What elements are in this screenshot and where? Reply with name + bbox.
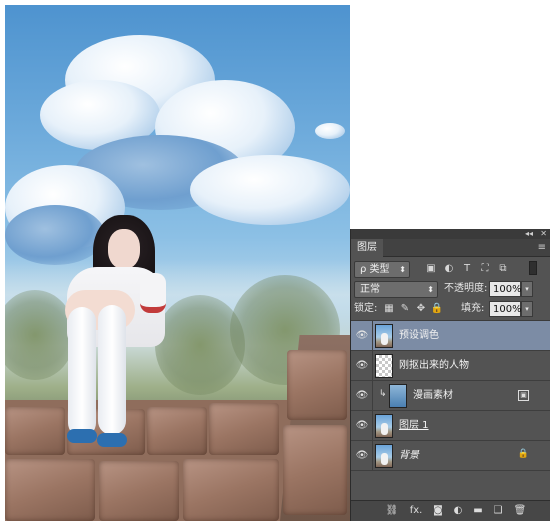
lock-all-icon[interactable]: 🔒 <box>429 301 445 317</box>
panel-menu-icon[interactable]: ≡ <box>538 242 546 254</box>
fill-slider-button[interactable]: ▾ <box>521 301 533 317</box>
layer-row[interactable]: 👁 背景 🔒 <box>351 441 550 471</box>
fill-field[interactable]: 100% <box>489 301 522 317</box>
layer-thumbnail <box>375 354 393 378</box>
cloud <box>5 205 105 265</box>
cloud <box>315 123 345 139</box>
dropdown-arrow-icon: ⬍ <box>427 285 434 294</box>
lock-row: 锁定: ▦ ✎ ✥ 🔒 填充: 100% ▾ <box>351 299 550 319</box>
lock-label: 锁定: <box>354 303 378 314</box>
layer-name: 图层 1 <box>399 420 429 431</box>
lock-transparency-icon[interactable]: ▦ <box>381 301 397 317</box>
new-layer-icon[interactable]: ❑ <box>491 504 505 518</box>
lock-position-icon[interactable]: ✥ <box>413 301 429 317</box>
blend-row: 正常 ⬍ 不透明度: 100% ▾ <box>351 279 550 299</box>
person-leg <box>98 305 126 435</box>
visibility-toggle[interactable]: 👁 <box>351 321 373 351</box>
filter-toggle-switch[interactable] <box>529 261 537 275</box>
blend-mode-value: 正常 <box>360 284 380 295</box>
type-filter-icon[interactable]: T <box>459 261 475 277</box>
clipping-mask-icon: ↳ <box>379 389 387 399</box>
layers-list: 👁 预设调色 👁 刚抠出来的人物 👁 ↳ 漫画素材 ▣ 👁 图层 1 👁 背景 … <box>351 320 550 500</box>
visibility-toggle[interactable]: 👁 <box>351 441 373 471</box>
layer-row[interactable]: 👁 图层 1 <box>351 411 550 441</box>
layer-name: 漫画素材 <box>413 390 453 401</box>
layer-thumbnail <box>375 444 393 468</box>
link-layers-icon[interactable]: ⛓ <box>385 504 399 518</box>
new-group-icon[interactable]: ▬ <box>471 504 485 518</box>
add-mask-icon[interactable]: ◙ <box>431 504 445 518</box>
opacity-label: 不透明度: <box>444 283 488 294</box>
brick <box>287 350 347 420</box>
cloud <box>190 155 350 225</box>
smart-object-icon: ▣ <box>518 390 529 401</box>
panel-title-bar[interactable]: ◂◂ ✕ <box>351 229 550 239</box>
layer-thumbnail <box>375 324 393 348</box>
brick <box>283 425 347 515</box>
shape-filter-icon[interactable]: ⛶ <box>477 261 493 277</box>
close-panel-icon[interactable]: ✕ <box>540 229 547 239</box>
filter-kind-dropdown[interactable]: ρ 类型 ⬍ <box>354 261 410 278</box>
blend-mode-dropdown[interactable]: 正常 ⬍ <box>354 281 438 298</box>
tab-layers[interactable]: 图层 <box>351 239 383 257</box>
document-canvas[interactable] <box>5 5 350 521</box>
fx-icon[interactable]: fx. <box>407 504 425 518</box>
opacity-slider-button[interactable]: ▾ <box>521 281 533 297</box>
dropdown-arrow-icon: ⬍ <box>399 265 406 274</box>
fill-label: 填充: <box>461 303 485 314</box>
person-leg <box>68 307 96 437</box>
eye-icon: 👁 <box>355 330 369 341</box>
eye-icon: 👁 <box>355 450 369 461</box>
brick <box>99 461 179 521</box>
layer-row[interactable]: 👁 预设调色 <box>351 321 550 351</box>
layers-panel: ◂◂ ✕ 图层 ≡ ρ 类型 ⬍ ▣ ◐ T ⛶ ⧉ 正常 ⬍ 不透明度: 10… <box>350 229 550 521</box>
collapse-panel-icon[interactable]: ◂◂ <box>525 229 533 239</box>
brick <box>5 407 65 455</box>
visibility-toggle[interactable]: 👁 <box>351 411 373 441</box>
adjustment-filter-icon[interactable]: ◐ <box>441 261 457 277</box>
brick <box>209 403 279 455</box>
smart-object-filter-icon[interactable]: ⧉ <box>495 261 511 277</box>
filter-row: ρ 类型 ⬍ ▣ ◐ T ⛶ ⧉ <box>351 259 550 279</box>
brick <box>5 459 95 521</box>
brick <box>183 459 279 521</box>
layer-name: 预设调色 <box>399 330 439 341</box>
layer-name: 背景 <box>399 450 419 461</box>
layer-name: 刚抠出来的人物 <box>399 360 469 371</box>
eye-icon: 👁 <box>355 420 369 431</box>
opacity-field[interactable]: 100% <box>489 281 522 297</box>
person-face <box>108 229 140 269</box>
eye-icon: 👁 <box>355 390 369 401</box>
brick <box>147 407 207 455</box>
layer-thumbnail <box>389 384 407 408</box>
panel-tab-bar: 图层 ≡ <box>351 239 550 257</box>
layer-row[interactable]: 👁 ↳ 漫画素材 ▣ <box>351 381 550 411</box>
lock-image-pixels-icon[interactable]: ✎ <box>397 301 413 317</box>
filter-kind-label: ρ 类型 <box>360 264 390 275</box>
image-filter-icon[interactable]: ▣ <box>423 261 439 277</box>
eye-icon: 👁 <box>355 360 369 371</box>
person-sleeve <box>140 273 166 313</box>
layers-bottom-bar: ⛓ fx. ◙ ◐ ▬ ❑ 🗑 <box>351 500 550 521</box>
lock-icon: 🔒 <box>517 449 529 459</box>
new-adjustment-icon[interactable]: ◐ <box>451 504 465 518</box>
person-shoe <box>97 433 127 447</box>
visibility-toggle[interactable]: 👁 <box>351 351 373 381</box>
layer-row[interactable]: 👁 刚抠出来的人物 <box>351 351 550 381</box>
delete-layer-icon[interactable]: 🗑 <box>513 504 527 518</box>
layer-thumbnail <box>375 414 393 438</box>
person-shoe <box>67 429 97 443</box>
visibility-toggle[interactable]: 👁 <box>351 381 373 411</box>
